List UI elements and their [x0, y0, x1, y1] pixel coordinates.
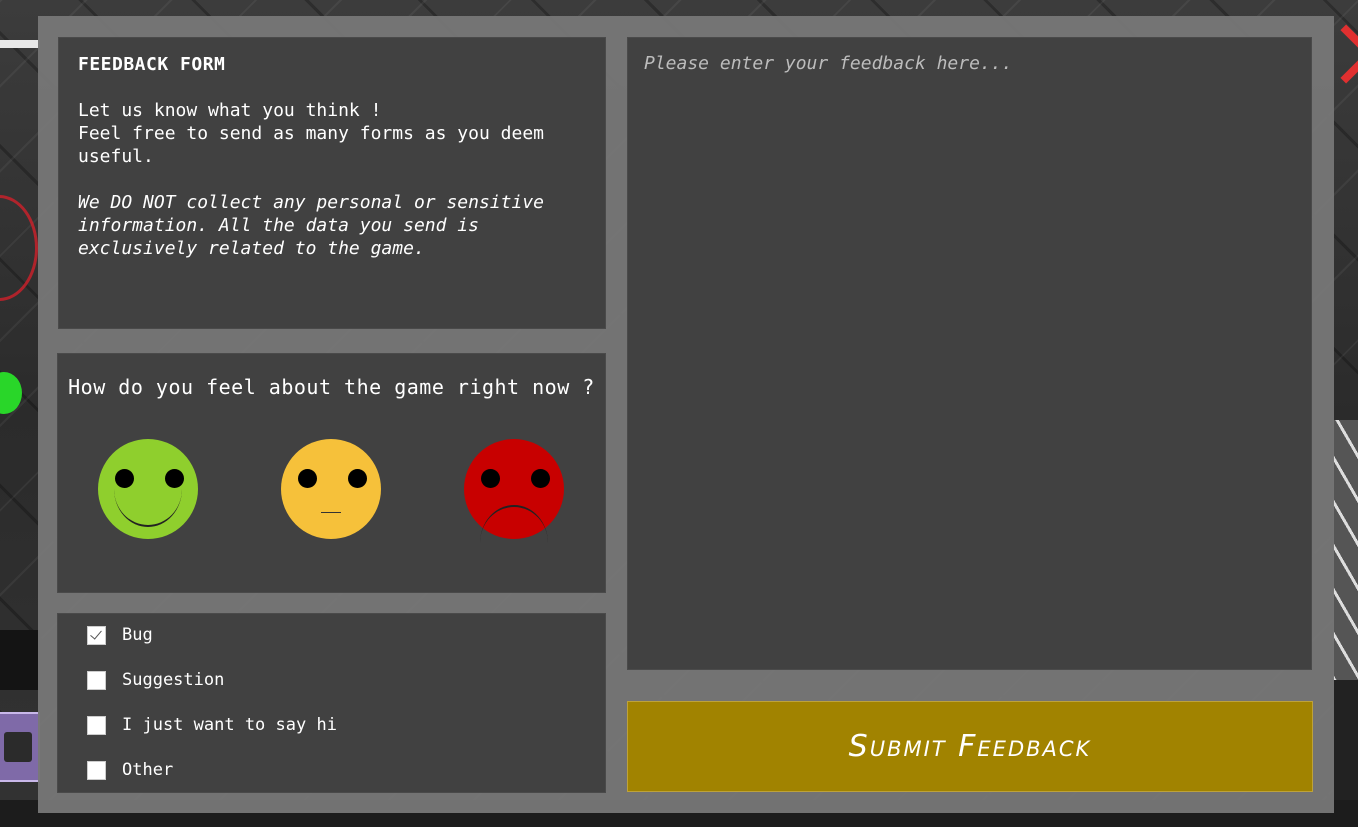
face-eye	[348, 469, 367, 488]
backdrop-green-orb	[0, 372, 22, 414]
face-eye	[165, 469, 184, 488]
category-label: Other	[122, 760, 174, 780]
category-label: I just want to say hi	[122, 715, 337, 735]
face-eye	[298, 469, 317, 488]
privacy-note: We DO NOT collect any personal or sensit…	[78, 192, 555, 259]
backdrop-right-strip	[1333, 420, 1358, 680]
face-mouth	[480, 505, 548, 543]
sad-face-icon[interactable]	[464, 439, 564, 539]
face-eye	[115, 469, 134, 488]
face-mouth	[321, 512, 341, 513]
mood-option-sad[interactable]	[464, 439, 564, 678]
happy-face-icon[interactable]	[98, 439, 198, 539]
face-eye	[531, 469, 550, 488]
intro-line-2: Feel free to send as many forms as you d…	[78, 123, 555, 167]
category-checkbox[interactable]	[87, 760, 106, 780]
info-panel: FEEDBACK FORM Let us know what you think…	[58, 37, 606, 329]
category-checkbox[interactable]	[87, 715, 106, 735]
category-checkbox[interactable]	[87, 670, 106, 690]
feedback-panel	[627, 37, 1312, 670]
mood-question: How do you feel about the game right now…	[68, 375, 595, 399]
intro-line-1: Let us know what you think !	[78, 100, 382, 121]
face-eye	[481, 469, 500, 488]
category-panel: Bug Suggestion I just want to say hi Oth…	[57, 613, 606, 793]
backdrop-red-ring	[0, 195, 38, 301]
turret-icon	[4, 732, 32, 762]
category-other[interactable]: Other	[87, 760, 173, 780]
feedback-modal: FEEDBACK FORM Let us know what you think…	[38, 16, 1334, 813]
face-mouth	[114, 489, 182, 527]
category-bug[interactable]: Bug	[87, 625, 153, 645]
category-label: Suggestion	[122, 670, 225, 690]
form-title: FEEDBACK FORM	[78, 54, 226, 75]
submit-feedback-button[interactable]: Submit Feedback	[627, 701, 1313, 792]
backdrop-bar	[0, 40, 40, 48]
category-suggestion[interactable]: Suggestion	[87, 670, 224, 690]
category-say-hi[interactable]: I just want to say hi	[87, 715, 337, 735]
backdrop-unit-card	[0, 712, 40, 782]
feedback-input[interactable]	[644, 52, 1295, 655]
mood-option-happy[interactable]	[98, 439, 198, 678]
backdrop-close-x-icon	[1336, 18, 1358, 88]
backdrop-dark-strip	[0, 630, 40, 690]
mood-panel: How do you feel about the game right now…	[57, 353, 606, 678]
category-checkbox[interactable]	[87, 625, 106, 645]
backdrop-right-dark	[1333, 680, 1358, 800]
neutral-face-icon[interactable]	[281, 439, 381, 539]
category-label: Bug	[122, 625, 153, 645]
mood-option-neutral[interactable]	[281, 439, 381, 678]
